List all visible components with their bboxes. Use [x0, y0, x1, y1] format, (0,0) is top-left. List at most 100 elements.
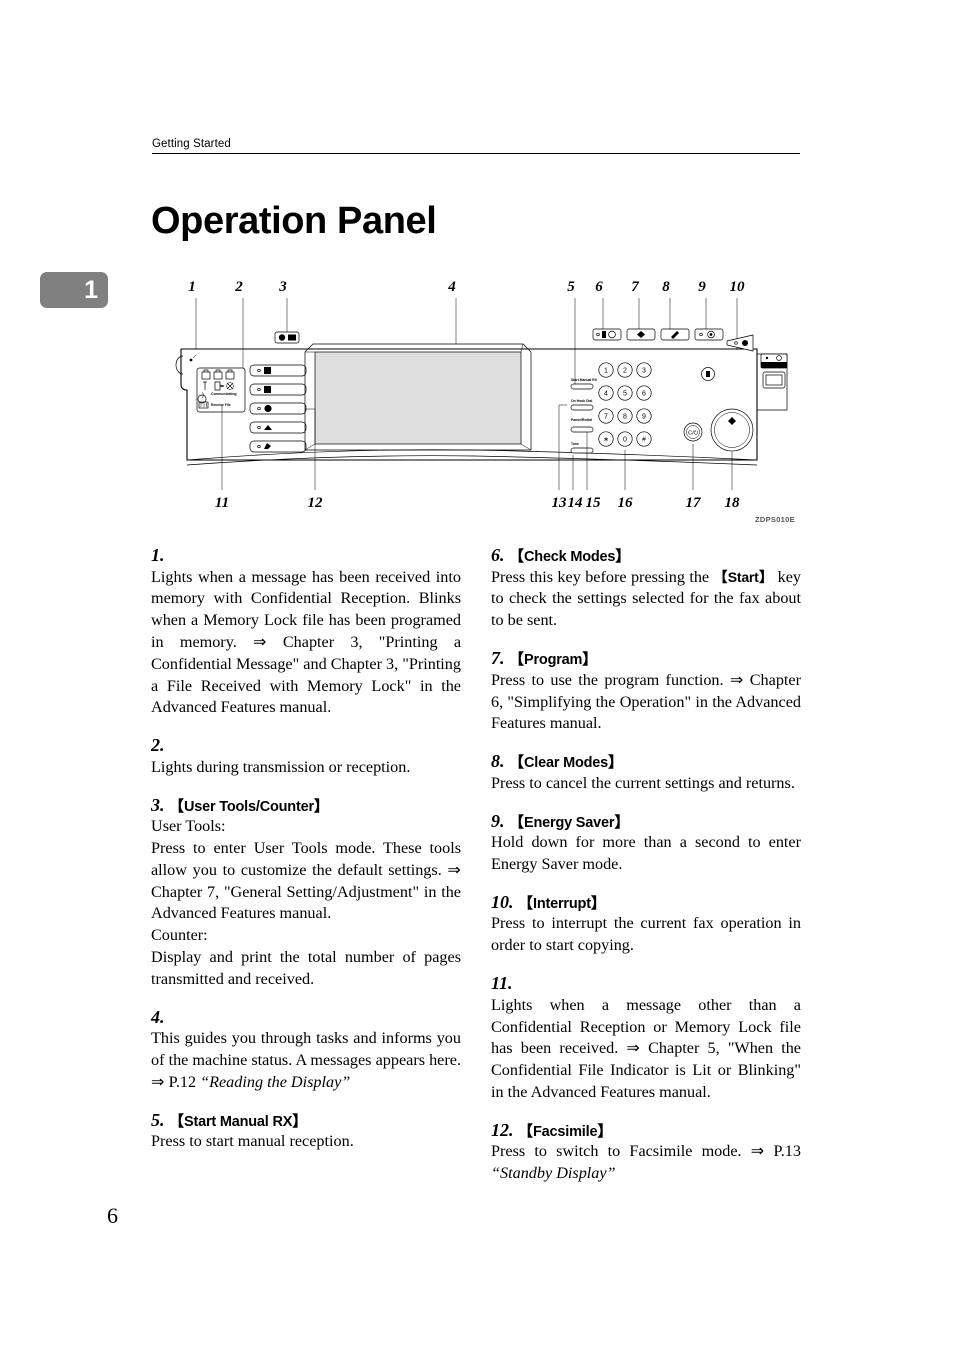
- item-heading-5: 5. 【Start Manual RX】: [151, 1110, 461, 1131]
- key-bracket-close: 】: [615, 548, 631, 565]
- item-number-8: 8.: [491, 751, 505, 772]
- callout-numbers-bottom: 11 12 13 14 15 16 17 18: [215, 495, 740, 511]
- keypad-4[interactable]: 4: [604, 391, 608, 398]
- callout-7: 7: [631, 279, 639, 295]
- callout-4: 4: [447, 279, 456, 295]
- key-bracket-close: 】: [590, 894, 606, 912]
- key-label-check-modes: Check Modes: [524, 549, 616, 565]
- item-body-3c: Counter:: [151, 926, 208, 945]
- item-heading-7: 7. 【Program】: [491, 648, 801, 669]
- aux-control-pad: [760, 353, 788, 389]
- chapter-tab: 1: [40, 272, 108, 308]
- user-tools-counter-key: [274, 331, 300, 344]
- item-heading-3: 3. 【User Tools/Counter】: [151, 795, 461, 816]
- callout-9: 9: [698, 279, 706, 295]
- clear-stop-label[interactable]: C/⏻: [688, 429, 698, 436]
- item-body-3b: Press to enter User Tools mode. These to…: [151, 839, 461, 923]
- callout-11: 11: [215, 495, 229, 511]
- callout-5: 5: [567, 279, 575, 295]
- running-head-text: Getting Started: [152, 138, 231, 150]
- operation-panel-figure: .ln { stroke:#000; stroke-width:0.7; fil…: [175, 272, 815, 534]
- keypad-5[interactable]: 5: [623, 391, 627, 398]
- item-number-2: 2.: [151, 735, 165, 756]
- key-label-energy-saver: Energy Saver: [524, 814, 615, 831]
- label-tone: Tone: [571, 442, 579, 446]
- key-bracket-open: 【: [169, 797, 185, 815]
- keypad-8[interactable]: 8: [623, 414, 627, 421]
- inline-key-start: 【Start】: [713, 568, 774, 585]
- clear-stop-key: C/⏻: [683, 422, 703, 442]
- label-pause-redial: Pause/Redial: [571, 418, 592, 422]
- key-label-start-manual-rx: Start Manual RX: [184, 1113, 293, 1130]
- item-body-7: Press to use the program function. ⇒ Cha…: [491, 670, 801, 733]
- keypad-3[interactable]: 3: [642, 368, 646, 375]
- keypad-2[interactable]: 2: [623, 368, 627, 375]
- keypad-7[interactable]: 7: [604, 414, 608, 421]
- callout-8: 8: [662, 279, 670, 295]
- key-label-program: Program: [524, 652, 583, 669]
- figure-code: ZDPS010E: [755, 515, 795, 524]
- item-number-6: 6.: [491, 545, 505, 565]
- lcd-display: [304, 343, 532, 451]
- callout-14: 14: [568, 495, 584, 511]
- small-round-key: [701, 367, 715, 381]
- item-number-11: 11.: [491, 973, 513, 994]
- key-label-facsimile: Facsimile: [533, 1123, 598, 1140]
- callout-12: 12: [308, 495, 324, 511]
- keypad-star[interactable]: ∗: [603, 437, 609, 444]
- keypad-6[interactable]: 6: [642, 391, 646, 398]
- keypad-hash[interactable]: #: [642, 437, 646, 444]
- item-number-1: 1.: [151, 545, 165, 565]
- callout-1: 1: [188, 279, 196, 295]
- key-bracket-open: 【: [509, 813, 525, 831]
- callout-15: 15: [586, 495, 602, 511]
- item-body-4: This guides you through tasks and inform…: [151, 1029, 461, 1091]
- side-function-keys: Start Manual RX On Hook Dial Pause/Redia…: [570, 378, 598, 454]
- page-title: Operation Panel: [151, 200, 437, 243]
- callout-6: 6: [595, 279, 603, 295]
- item-body-3a: User Tools:: [151, 817, 226, 836]
- header-rule: [152, 153, 800, 154]
- callout-16: 16: [618, 495, 634, 511]
- item-heading-2: 2.: [151, 735, 461, 756]
- key-bracket-open: 【: [509, 548, 525, 565]
- key-bracket-close: 】: [313, 797, 329, 815]
- label-on-hook-dial: On Hook Dial: [571, 399, 592, 403]
- callout-18: 18: [725, 495, 741, 511]
- keypad-0[interactable]: 0: [623, 437, 627, 444]
- item-number-5: 5.: [151, 1109, 165, 1130]
- item-number-9: 9.: [491, 810, 505, 831]
- key-label-interrupt: Interrupt: [533, 895, 591, 912]
- item-number-12: 12.: [491, 1119, 514, 1140]
- top-row-keys: [592, 328, 724, 341]
- item-body-11: Lights when a message other than a Confi…: [491, 995, 801, 1101]
- running-header: Getting Started: [152, 138, 800, 154]
- key-bracket-close: 】: [608, 754, 624, 772]
- item-body-9: Hold down for more than a second to ente…: [491, 833, 801, 873]
- item-number-3: 3.: [151, 794, 165, 815]
- left-column: 1. Lights when a message has been receiv…: [151, 545, 461, 1153]
- cross-reference-standby-display: “Standby Display”: [491, 1164, 616, 1183]
- callout-numbers-top: 1 2 3 4 5 6 7 8 9 10: [188, 279, 745, 295]
- item-number-7: 7.: [491, 648, 505, 669]
- start-key: [710, 408, 754, 452]
- page-number: 6: [107, 1203, 118, 1228]
- item-heading-8: 8. 【Clear Modes】: [491, 751, 801, 772]
- item-number-4: 4.: [151, 1006, 165, 1027]
- key-bracket-close: 】: [614, 813, 630, 831]
- cross-reference-reading-display: “Reading the Display”: [200, 1072, 351, 1091]
- item-body-5: Press to start manual reception.: [151, 1132, 354, 1151]
- callout-10: 10: [730, 279, 746, 295]
- key-label-user-tools-counter: User Tools/Counter: [184, 798, 314, 815]
- key-bracket-close: 】: [597, 1122, 613, 1140]
- key-bracket-open: 【: [518, 1122, 534, 1140]
- item-heading-9: 9. 【Energy Saver】: [491, 811, 801, 832]
- label-start-manual-rx: Start Manual RX: [571, 378, 598, 382]
- item-body-10: Press to interrupt the current fax opera…: [491, 914, 801, 955]
- keypad-9[interactable]: 9: [642, 414, 646, 421]
- callout-3: 3: [278, 279, 287, 295]
- keypad-1[interactable]: 1: [604, 368, 608, 375]
- callout-17: 17: [686, 495, 702, 511]
- key-bracket-close: 】: [292, 1112, 308, 1130]
- item-heading-1: 1.: [151, 545, 461, 566]
